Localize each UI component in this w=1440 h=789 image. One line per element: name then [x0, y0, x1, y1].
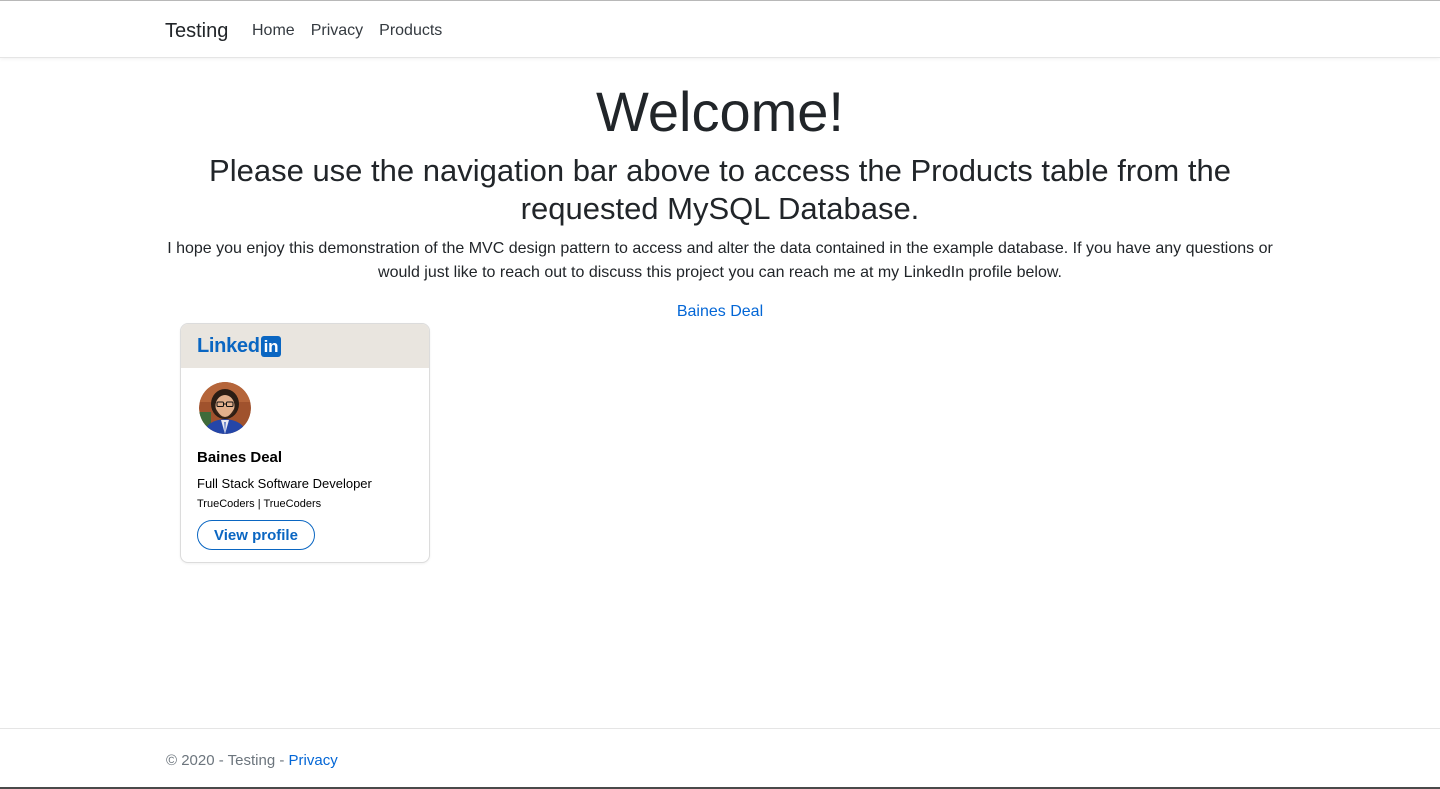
linkedin-badge: Linked in Baines Deal Full Stack Softwar… [180, 323, 430, 563]
badge-job-title: Full Stack Software Developer [197, 476, 372, 491]
badge-header: Linked in [181, 324, 429, 368]
top-navbar: Testing Home Privacy Products [0, 0, 1440, 58]
linkedin-profile-link[interactable]: Baines Deal [677, 303, 763, 320]
linkedin-logo[interactable]: Linked in [197, 335, 282, 358]
nav-links: Home Privacy Products [252, 22, 458, 40]
footer: © 2020 - Testing - Privacy [0, 728, 1440, 789]
linkedin-logo-text: Linked [197, 335, 260, 357]
avatar[interactable] [199, 382, 251, 434]
brand-link[interactable]: Testing [165, 20, 228, 43]
footer-privacy-link[interactable]: Privacy [289, 752, 338, 769]
badge-company: TrueCoders | TrueCoders [197, 498, 322, 510]
page: Testing Home Privacy Products Welcome! P… [0, 0, 1440, 789]
nav-privacy-link[interactable]: Privacy [311, 22, 363, 40]
view-profile-button[interactable]: View profile [197, 520, 315, 550]
intro-paragraph: I hope you enjoy this demonstration of t… [167, 240, 1273, 281]
nav-home-link[interactable]: Home [252, 22, 295, 40]
welcome-heading: Welcome! [596, 80, 844, 143]
profile-link-container: Baines Deal [0, 302, 1440, 322]
subheading: Please use the navigation bar above to a… [209, 153, 1231, 226]
footer-text: © 2020 - Testing - Privacy [166, 752, 338, 769]
avatar-photo-icon [199, 382, 251, 434]
nav-products-link[interactable]: Products [379, 22, 442, 40]
linkedin-in-icon: in [260, 336, 282, 357]
footer-copyright: © 2020 - Testing - [166, 752, 289, 769]
badge-name[interactable]: Baines Deal [197, 449, 282, 466]
